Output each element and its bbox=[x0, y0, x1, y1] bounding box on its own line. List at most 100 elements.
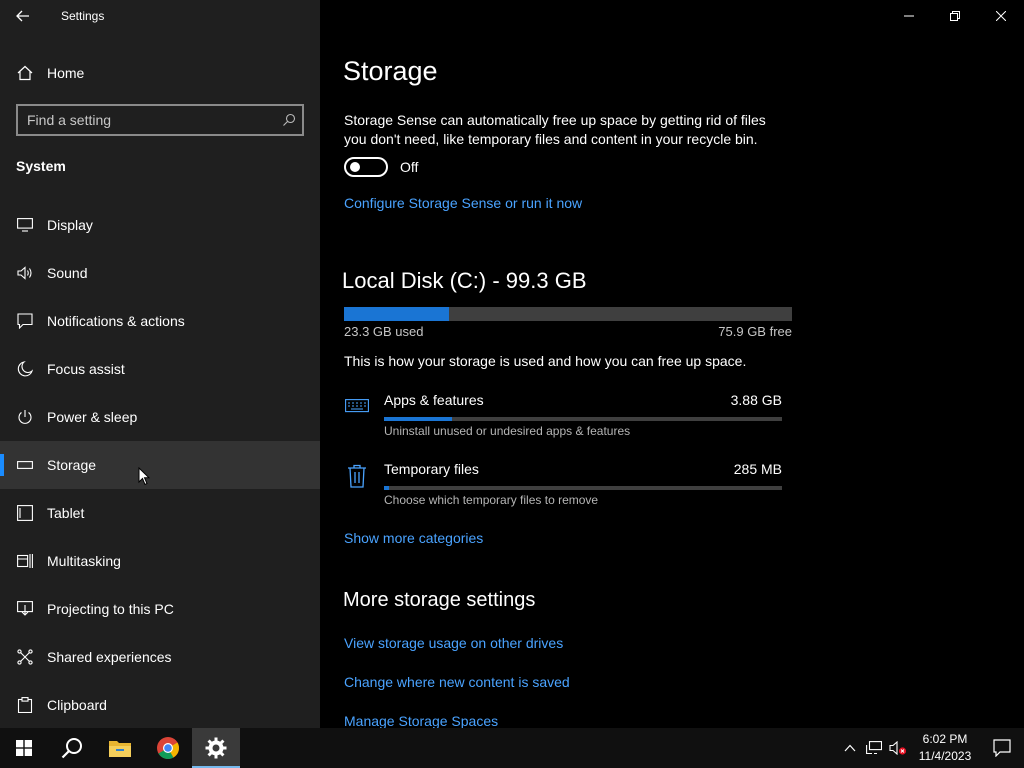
sidebar-item-tablet[interactable]: Tablet bbox=[0, 489, 320, 537]
storage-sense-toggle-row: Off bbox=[344, 157, 418, 177]
section-label: System bbox=[16, 158, 66, 174]
search-box[interactable] bbox=[16, 104, 304, 136]
trash-icon bbox=[344, 463, 370, 489]
sidebar-item-label: Sound bbox=[47, 265, 88, 281]
sidebar-item-notifications[interactable]: Notifications & actions bbox=[0, 297, 320, 345]
keyboard-icon bbox=[344, 394, 370, 420]
category-name: Temporary files bbox=[384, 461, 479, 477]
category-temporary-files[interactable]: Temporary files 285 MB Choose which temp… bbox=[344, 461, 784, 513]
tablet-icon bbox=[16, 504, 34, 522]
taskbar-file-explorer[interactable] bbox=[96, 728, 144, 768]
sidebar-item-shared-experiences[interactable]: Shared experiences bbox=[0, 633, 320, 681]
category-usage-bar bbox=[384, 417, 782, 421]
sidebar-item-storage[interactable]: Storage bbox=[0, 441, 320, 489]
clock[interactable]: 6:02 PM 11/4/2023 bbox=[910, 731, 980, 765]
more-storage-settings-title: More storage settings bbox=[343, 589, 536, 611]
back-arrow-icon bbox=[16, 10, 29, 22]
mouse-cursor-icon bbox=[138, 467, 150, 486]
action-center-button[interactable] bbox=[980, 728, 1024, 768]
change-new-content-location-link[interactable]: Change where new content is saved bbox=[344, 674, 570, 690]
power-icon bbox=[16, 408, 34, 426]
category-usage-fill bbox=[384, 486, 389, 490]
main-content: Storage Storage Sense can automatically … bbox=[320, 0, 1024, 729]
show-more-categories-link[interactable]: Show more categories bbox=[344, 530, 483, 546]
minimize-icon bbox=[904, 15, 914, 17]
moon-icon bbox=[16, 360, 34, 378]
category-description: Uninstall unused or undesired apps & fea… bbox=[384, 424, 631, 438]
manage-storage-spaces-link[interactable]: Manage Storage Spaces bbox=[344, 713, 498, 729]
notification-icon bbox=[16, 312, 34, 330]
taskbar: 6:02 PM 11/4/2023 bbox=[0, 728, 1024, 768]
volume-button[interactable] bbox=[886, 728, 910, 768]
sidebar-item-label: Shared experiences bbox=[47, 649, 172, 665]
folder-icon bbox=[109, 741, 131, 757]
disk-usage-fill bbox=[344, 307, 450, 321]
sidebar-nav: Display Sound Notifications & actions Fo… bbox=[0, 201, 320, 729]
sidebar: Settings Home System Display Sound bbox=[0, 0, 320, 728]
taskbar-chrome[interactable] bbox=[144, 728, 192, 768]
close-button[interactable] bbox=[978, 0, 1024, 32]
start-button[interactable] bbox=[0, 728, 48, 768]
chevron-up-icon bbox=[844, 744, 856, 752]
storage-sense-toggle[interactable] bbox=[344, 157, 388, 177]
disk-free-label: 75.9 GB free bbox=[718, 324, 792, 339]
titlebar-left: Settings bbox=[0, 0, 320, 32]
taskbar-settings[interactable] bbox=[192, 728, 240, 768]
sidebar-item-label: Home bbox=[47, 65, 85, 81]
taskbar-search-button[interactable] bbox=[48, 728, 96, 768]
chrome-icon bbox=[157, 737, 179, 759]
windows-logo-icon bbox=[16, 740, 32, 756]
category-usage-bar bbox=[384, 486, 782, 490]
show-hidden-icons-button[interactable] bbox=[838, 728, 862, 768]
category-apps-features[interactable]: Apps & features 3.88 GB Uninstall unused… bbox=[344, 392, 784, 444]
search-icon bbox=[276, 113, 302, 127]
sidebar-item-label: Storage bbox=[47, 457, 97, 473]
storage-usage-note: This is how your storage is used and how… bbox=[344, 353, 747, 369]
sidebar-item-label: Focus assist bbox=[47, 361, 125, 377]
projecting-icon bbox=[16, 600, 34, 618]
sidebar-item-label: Tablet bbox=[47, 505, 85, 521]
sidebar-item-label: Notifications & actions bbox=[47, 313, 185, 329]
disk-title: Local Disk (C:) - 99.3 GB bbox=[342, 268, 587, 293]
category-description: Choose which temporary files to remove bbox=[384, 493, 599, 507]
restore-icon bbox=[950, 11, 960, 21]
sidebar-item-home[interactable]: Home bbox=[0, 50, 320, 96]
view-storage-other-drives-link[interactable]: View storage usage on other drives bbox=[344, 635, 563, 651]
network-icon bbox=[866, 741, 882, 755]
sidebar-item-sound[interactable]: Sound bbox=[0, 249, 320, 297]
clock-time: 6:02 PM bbox=[922, 732, 968, 746]
sidebar-item-label: Clipboard bbox=[47, 697, 107, 713]
minimize-button[interactable] bbox=[886, 0, 932, 32]
window-controls bbox=[886, 0, 1024, 32]
category-usage-fill bbox=[384, 417, 452, 421]
multitasking-icon bbox=[16, 552, 34, 570]
sidebar-item-power-sleep[interactable]: Power & sleep bbox=[0, 393, 320, 441]
restore-button[interactable] bbox=[932, 0, 978, 32]
category-name: Apps & features bbox=[384, 392, 484, 408]
sidebar-item-label: Power & sleep bbox=[47, 409, 138, 425]
back-button[interactable] bbox=[0, 0, 46, 32]
notification-icon bbox=[993, 739, 1011, 757]
sidebar-item-label: Display bbox=[47, 217, 93, 233]
toggle-state-label: Off bbox=[400, 159, 419, 175]
storage-drive-icon bbox=[16, 456, 34, 474]
monitor-icon bbox=[16, 216, 34, 234]
category-size: 285 MB bbox=[733, 461, 782, 477]
disk-usage-bar bbox=[344, 307, 792, 321]
system-tray: 6:02 PM 11/4/2023 bbox=[838, 728, 1024, 768]
sidebar-item-projecting[interactable]: Projecting to this PC bbox=[0, 585, 320, 633]
sidebar-item-multitasking[interactable]: Multitasking bbox=[0, 537, 320, 585]
shared-experiences-icon bbox=[16, 648, 34, 666]
configure-storage-sense-link[interactable]: Configure Storage Sense or run it now bbox=[344, 195, 582, 211]
sidebar-item-label: Multitasking bbox=[47, 553, 121, 569]
sidebar-item-focus-assist[interactable]: Focus assist bbox=[0, 345, 320, 393]
search-icon bbox=[61, 738, 82, 759]
category-size: 3.88 GB bbox=[730, 392, 782, 408]
sidebar-item-display[interactable]: Display bbox=[0, 201, 320, 249]
sidebar-item-clipboard[interactable]: Clipboard bbox=[0, 681, 320, 729]
search-input[interactable] bbox=[18, 112, 276, 128]
sidebar-item-label: Projecting to this PC bbox=[47, 601, 174, 617]
network-button[interactable] bbox=[862, 728, 886, 768]
toggle-knob bbox=[350, 162, 360, 172]
app-title: Settings bbox=[61, 9, 105, 23]
